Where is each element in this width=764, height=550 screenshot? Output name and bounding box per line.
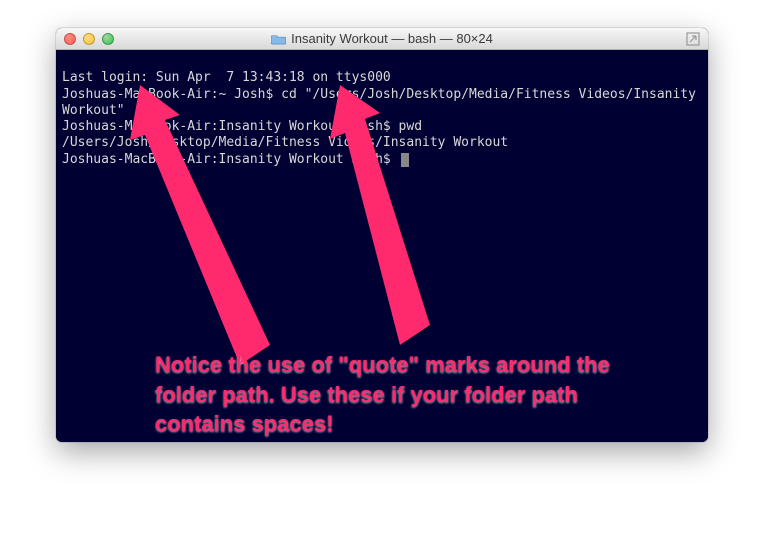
fullscreen-icon[interactable] [686, 32, 700, 46]
annotation-text: Notice the use of "quote" marks around t… [155, 350, 645, 439]
titlebar: Insanity Workout — bash — 80×24 [56, 28, 708, 50]
terminal-line: Joshuas-MacBook-Air:Insanity Workout Jos… [62, 152, 399, 167]
traffic-lights [64, 33, 114, 45]
window-title-wrap: Insanity Workout — bash — 80×24 [56, 31, 708, 46]
close-icon[interactable] [64, 33, 76, 45]
terminal-line: Last login: Sun Apr 7 13:43:18 on ttys00… [62, 70, 391, 85]
terminal-line: Joshuas-MacBook-Air:Insanity Workout Jos… [62, 119, 422, 134]
cursor [401, 153, 409, 167]
zoom-icon[interactable] [102, 33, 114, 45]
minimize-icon[interactable] [83, 33, 95, 45]
window-title: Insanity Workout — bash — 80×24 [291, 31, 493, 46]
terminal-line: /Users/Josh/Desktop/Media/Fitness Videos… [62, 135, 508, 150]
folder-icon [271, 33, 286, 45]
terminal-line: Joshuas-MacBook-Air:~ Josh$ cd "/Users/J… [62, 87, 704, 118]
